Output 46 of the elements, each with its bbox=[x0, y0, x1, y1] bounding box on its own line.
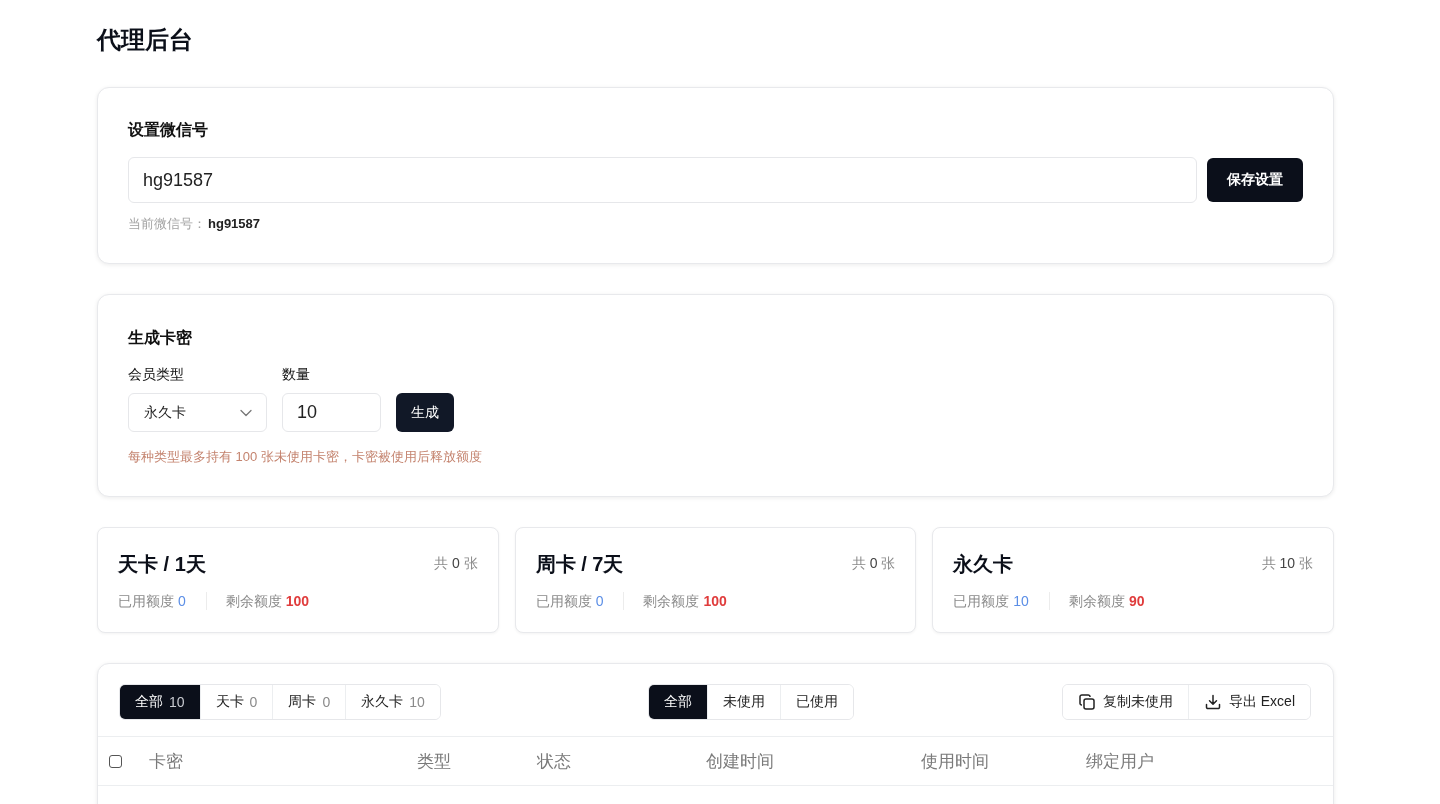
chevron-down-icon bbox=[240, 408, 252, 417]
remaining-quota-value: 90 bbox=[1128, 592, 1145, 611]
card-title: 生成卡密 bbox=[128, 328, 192, 348]
status-filter-tab[interactable]: 全部 bbox=[649, 685, 708, 719]
wechat-input[interactable]: hg91587 bbox=[128, 157, 1197, 203]
stat-label: 已用额度 bbox=[535, 592, 592, 611]
current-wechat-value: hg91587 bbox=[208, 215, 261, 233]
column-header: 状态 bbox=[537, 750, 571, 773]
field-label: 会员类型 bbox=[128, 365, 184, 384]
stat-label: 剩余额度 bbox=[643, 592, 700, 611]
remaining-quota-value: 100 bbox=[703, 592, 727, 611]
page-title: 代理后台 bbox=[97, 25, 193, 55]
stat-total: 共 10 张 bbox=[1261, 555, 1313, 573]
field-label: 数量 bbox=[282, 365, 310, 384]
used-quota-value: 10 bbox=[1013, 592, 1029, 611]
quantity-input[interactable]: 10 bbox=[282, 393, 381, 432]
stat-title: 天卡 / 1天 bbox=[118, 552, 206, 577]
remaining-quota-value: 100 bbox=[285, 592, 310, 611]
download-icon bbox=[1204, 694, 1221, 710]
stat-total: 共 0 张 bbox=[434, 555, 478, 573]
column-header: 创建时间 bbox=[706, 750, 774, 773]
export-button[interactable]: 导出 Excel bbox=[1187, 685, 1310, 719]
column-header: 类型 bbox=[417, 750, 451, 773]
type-filter-tab[interactable]: 全部 10 bbox=[120, 685, 200, 719]
stat-label: 剩余额度 bbox=[225, 592, 282, 611]
member-type-select[interactable]: 永久卡 bbox=[128, 393, 267, 432]
card-title: 设置微信号 bbox=[128, 120, 208, 140]
used-quota-value: 0 bbox=[595, 592, 604, 611]
current-wechat-label: 当前微信号： bbox=[128, 215, 206, 233]
stat-title: 周卡 / 7天 bbox=[535, 552, 624, 577]
column-header: 使用时间 bbox=[921, 750, 989, 773]
generate-button[interactable]: 生成 bbox=[396, 393, 454, 432]
save-settings-button[interactable]: 保存设置 bbox=[1207, 158, 1303, 202]
stat-label: 剩余额度 bbox=[1068, 592, 1125, 611]
stat-label: 已用额度 bbox=[953, 592, 1010, 611]
select-all-checkbox[interactable] bbox=[109, 754, 122, 768]
type-filter-tab[interactable]: 永久卡 10 bbox=[345, 685, 440, 719]
stat-total: 共 0 张 bbox=[851, 555, 896, 573]
copy-icon bbox=[1078, 694, 1095, 710]
stat-label: 已用额度 bbox=[118, 592, 174, 611]
status-filter-tab[interactable]: 已使用 bbox=[780, 685, 854, 719]
used-quota-value: 0 bbox=[178, 592, 186, 611]
column-header: 卡密 bbox=[149, 750, 183, 773]
column-header: 绑定用户 bbox=[1086, 750, 1154, 773]
stat-title: 永久卡 bbox=[953, 552, 1014, 577]
quota-note: 每种类型最多持有 100 张未使用卡密，卡密被使用后释放额度 bbox=[128, 448, 482, 466]
